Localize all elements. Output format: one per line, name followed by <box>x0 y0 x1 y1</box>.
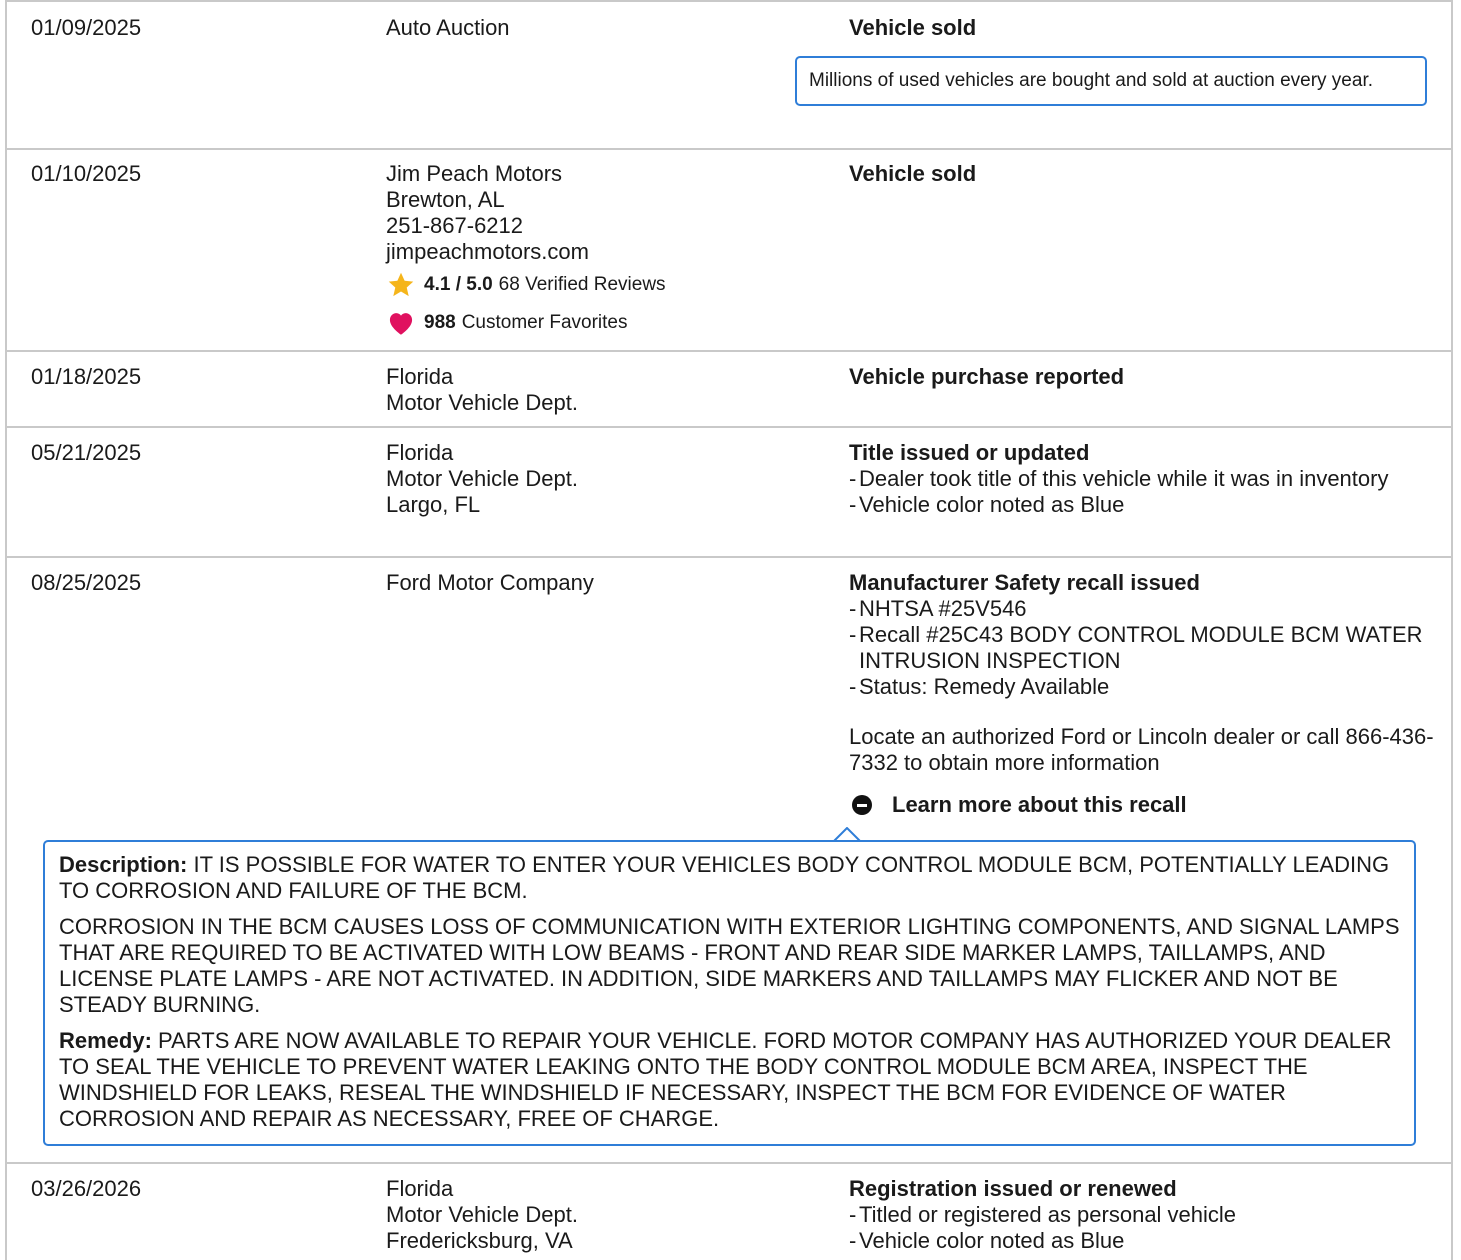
dealer-location: Brewton, AL <box>386 187 505 212</box>
dealer-rating[interactable]: 4.1 / 5.0 68 Verified Reviews <box>386 271 666 299</box>
dealer-info: Jim Peach Motors Brewton, AL 251-867-621… <box>386 161 666 337</box>
recall-description-detail: CORROSION IN THE BCM CAUSES LOSS OF COMM… <box>59 914 1400 1017</box>
vehicle-history-table: 01/09/2025 Auto Auction Vehicle sold Mil… <box>5 0 1453 1260</box>
list-item: Recall #25C43 BODY CONTROL MODULE BCM WA… <box>849 622 1439 674</box>
source-agency: Motor Vehicle Dept. <box>386 466 578 491</box>
event-title: Vehicle sold <box>849 15 977 40</box>
list-item: Status: Remedy Available <box>849 674 1439 700</box>
history-row: 03/26/2026 Florida Motor Vehicle Dept. F… <box>7 1162 1451 1260</box>
recall-details-panel: Description: IT IS POSSIBLE FOR WATER TO… <box>43 840 1416 1146</box>
list-item: Dealer took title of this vehicle while … <box>849 466 1439 492</box>
source-info: Florida Motor Vehicle Dept. Largo, FL <box>386 440 578 518</box>
recall-contact-info: Locate an authorized Ford or Lincoln dea… <box>849 724 1434 775</box>
source-agency: Motor Vehicle Dept. <box>386 1202 578 1227</box>
auction-info-note: Millions of used vehicles are bought and… <box>795 56 1427 106</box>
dealer-name[interactable]: Jim Peach Motors <box>386 161 666 187</box>
source-info: Florida Motor Vehicle Dept. <box>386 364 578 416</box>
event-bullets: Dealer took title of this vehicle while … <box>849 466 1439 518</box>
event-details: Title issued or updated Dealer took titl… <box>849 440 1439 518</box>
source-name: Auto Auction <box>386 15 510 40</box>
list-item: Titled or registered as personal vehicle <box>849 1202 1439 1228</box>
dealer-phone[interactable]: 251-867-6212 <box>386 213 666 239</box>
event-bullets: NHTSA #25V546 Recall #25C43 BODY CONTROL… <box>849 596 1439 700</box>
learn-more-recall-toggle[interactable]: Learn more about this recall <box>852 792 1187 818</box>
record-date: 03/26/2026 <box>31 1176 142 1201</box>
record-date: 01/18/2025 <box>31 364 142 389</box>
source-agency: Motor Vehicle Dept. <box>386 390 578 415</box>
event-details: Registration issued or renewed Titled or… <box>849 1176 1439 1254</box>
event-title: Vehicle sold <box>849 161 977 186</box>
recall-description: Description: IT IS POSSIBLE FOR WATER TO… <box>59 852 1400 904</box>
source-info: Florida Motor Vehicle Dept. Fredericksbu… <box>386 1176 578 1254</box>
list-item: Vehicle color noted as Blue <box>849 1228 1439 1254</box>
favorites-label: Customer Favorites <box>461 312 628 333</box>
event-title: Title issued or updated <box>849 440 1090 465</box>
heart-icon <box>389 313 413 335</box>
recall-remedy: Remedy: PARTS ARE NOW AVAILABLE TO REPAI… <box>59 1028 1400 1132</box>
source-city: Fredericksburg, VA <box>386 1228 573 1253</box>
description-label: Description: <box>59 852 188 877</box>
source-state: Florida <box>386 440 454 465</box>
event-details: Manufacturer Safety recall issued NHTSA … <box>849 570 1439 776</box>
remedy-label: Remedy: <box>59 1028 152 1053</box>
source-city: Largo, FL <box>386 492 481 517</box>
event-title: Manufacturer Safety recall issued <box>849 570 1200 595</box>
dealer-favorites: 988 Customer Favorites <box>386 309 666 337</box>
rating-value: 4.1 / 5.0 <box>424 274 493 295</box>
history-row: 05/21/2025 Florida Motor Vehicle Dept. L… <box>7 426 1451 558</box>
history-row: 01/18/2025 Florida Motor Vehicle Dept. V… <box>7 350 1451 428</box>
minus-circle-icon <box>852 795 872 815</box>
record-date: 01/09/2025 <box>31 15 142 40</box>
source-state: Florida <box>386 364 454 389</box>
event-bullets: Titled or registered as personal vehicle… <box>849 1202 1439 1254</box>
record-date: 05/21/2025 <box>31 440 142 465</box>
event-title: Vehicle purchase reported <box>849 364 1125 389</box>
review-count: 68 Verified Reviews <box>498 274 666 295</box>
list-item: NHTSA #25V546 <box>849 596 1439 622</box>
remedy-text: PARTS ARE NOW AVAILABLE TO REPAIR YOUR V… <box>59 1028 1392 1131</box>
learn-more-label: Learn more about this recall <box>892 792 1187 817</box>
source-name: Ford Motor Company <box>386 570 594 595</box>
favorites-count: 988 <box>424 312 456 333</box>
history-row: 01/09/2025 Auto Auction Vehicle sold Mil… <box>7 0 1451 150</box>
dealer-website[interactable]: jimpeachmotors.com <box>386 239 666 265</box>
record-date: 01/10/2025 <box>31 161 142 186</box>
source-state: Florida <box>386 1176 454 1201</box>
star-icon <box>388 272 414 297</box>
event-title: Registration issued or renewed <box>849 1176 1177 1201</box>
history-row: 01/10/2025 Jim Peach Motors Brewton, AL … <box>7 148 1451 352</box>
record-date: 08/25/2025 <box>31 570 142 595</box>
description-text: IT IS POSSIBLE FOR WATER TO ENTER YOUR V… <box>59 852 1390 903</box>
list-item: Vehicle color noted as Blue <box>849 492 1439 518</box>
